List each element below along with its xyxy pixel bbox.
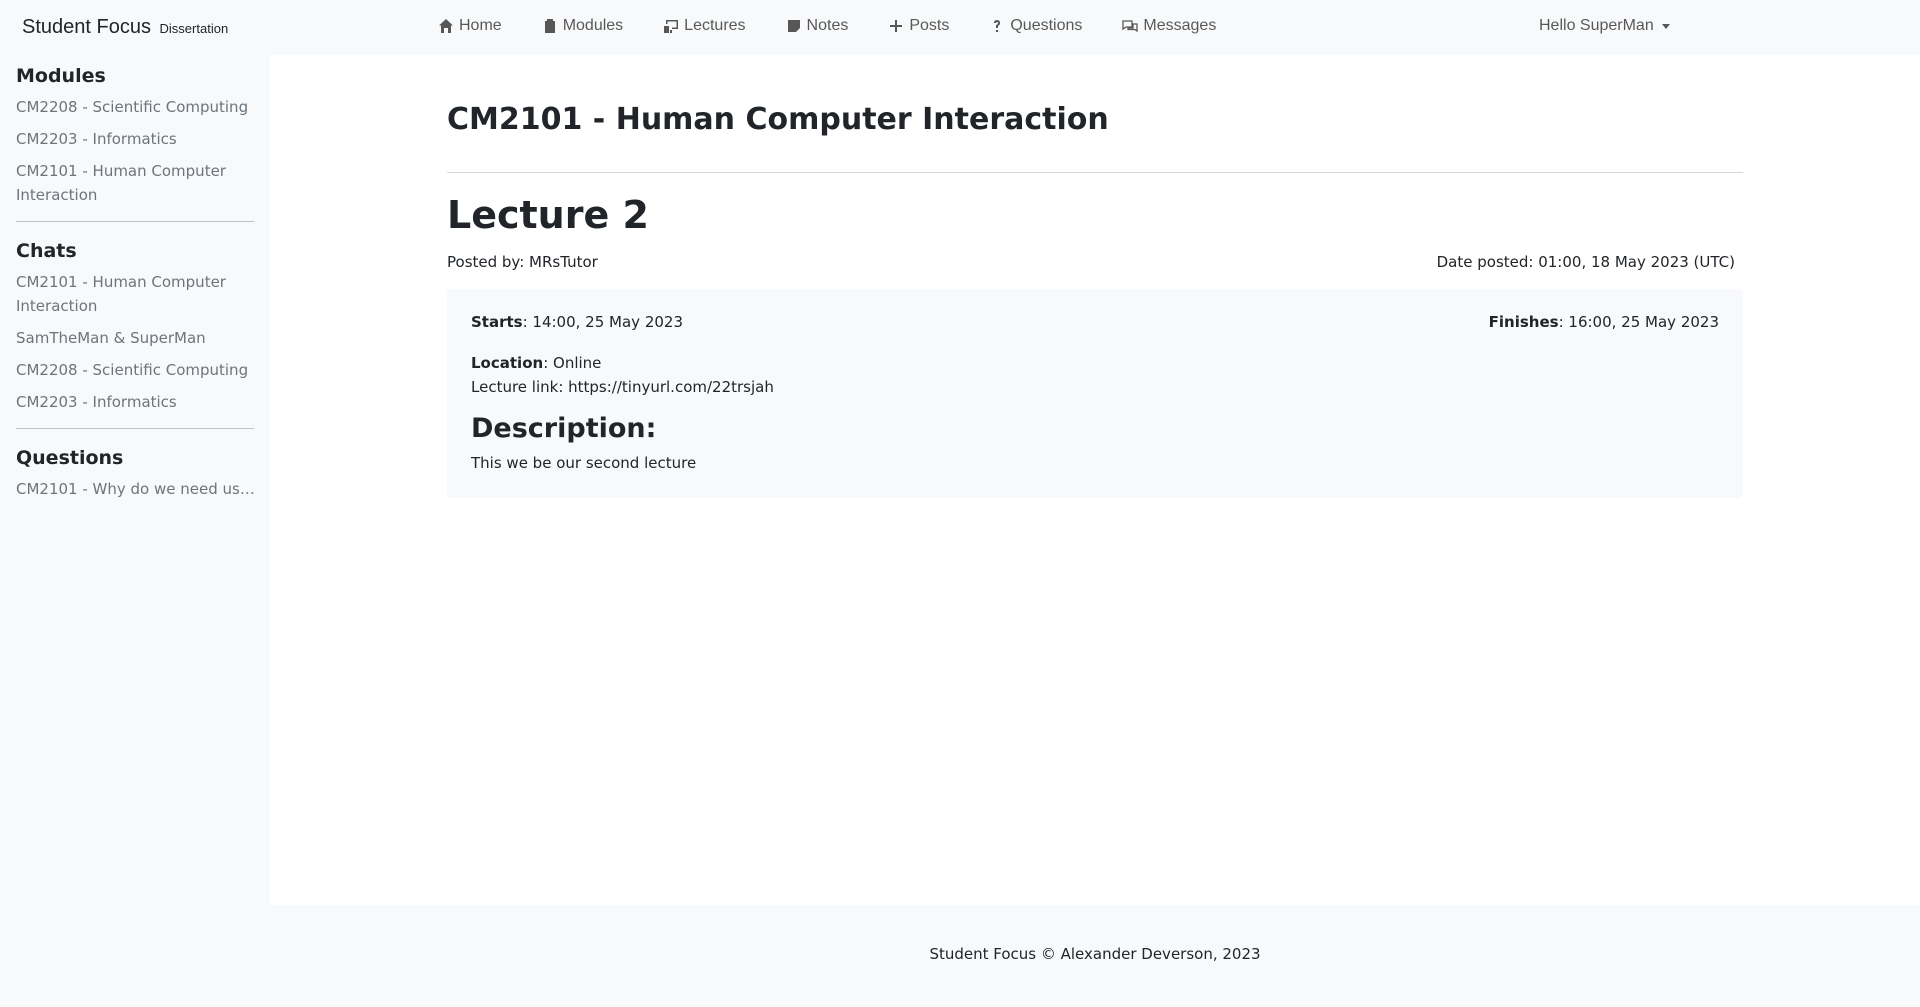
footer: Student Focus © Alexander Deverson, 2023 xyxy=(270,905,1920,1007)
nav-posts-label: Posts xyxy=(909,17,950,34)
sidebar-chats: Chats CM2101 - Human Computer Interactio… xyxy=(16,240,254,414)
sidebar-divider xyxy=(16,428,254,429)
sidebar-modules: Modules CM2208 - Scientific Computing CM… xyxy=(16,65,254,207)
sidebar-divider xyxy=(16,221,254,222)
nav-modules[interactable]: Modules xyxy=(542,17,623,35)
sidebar-question-link[interactable]: CM2101 - Why do we need use... xyxy=(16,477,256,501)
brand-subtitle: Dissertation xyxy=(159,21,229,36)
sidebar: Modules CM2208 - Scientific Computing CM… xyxy=(0,55,270,905)
title-divider xyxy=(447,172,1743,173)
lecture-title: Lecture 2 xyxy=(447,193,649,237)
location-field: Location: Online xyxy=(471,351,1719,375)
starts-value: : 14:00, 25 May 2023 xyxy=(522,313,683,331)
time-row: Starts: 14:00, 25 May 2023 Finishes: 16:… xyxy=(471,313,1719,331)
location-value: : Online xyxy=(543,354,602,372)
sidebar-module-link[interactable]: CM2101 - Human Computer Interaction xyxy=(16,159,256,207)
sidebar-module-link[interactable]: CM2203 - Informatics xyxy=(16,127,256,151)
nav-modules-label: Modules xyxy=(562,17,624,34)
date-posted: Date posted: 01:00, 18 May 2023 (UTC) xyxy=(1436,253,1735,271)
main-nav: Home Modules Lectures Notes Posts Questi… xyxy=(438,17,1256,35)
caret-down-icon xyxy=(1661,23,1670,29)
sidebar-modules-heading: Modules xyxy=(16,65,106,87)
nav-home-label: Home xyxy=(459,17,502,34)
sidebar-chat-link[interactable]: CM2101 - Human Computer Interaction xyxy=(16,270,256,318)
description-heading: Description: xyxy=(471,413,657,444)
nav-posts[interactable]: Posts xyxy=(888,17,949,35)
nav-messages-label: Messages xyxy=(1143,17,1217,34)
lecture-link: Lecture link: https://tinyurl.com/22trsj… xyxy=(471,378,774,396)
sticky-note-icon xyxy=(787,20,800,32)
clipboard-icon xyxy=(544,19,555,33)
lecture-page: CM2101 - Human Computer Interaction Lect… xyxy=(447,55,1743,498)
sidebar-chat-link[interactable]: CM2208 - Scientific Computing xyxy=(16,358,256,382)
nav-notes[interactable]: Notes xyxy=(786,17,849,35)
nav-notes-label: Notes xyxy=(806,17,849,34)
nav-lectures[interactable]: Lectures xyxy=(663,17,746,35)
starts-field: Starts: 14:00, 25 May 2023 xyxy=(471,313,683,331)
brand-name: Student Focus xyxy=(22,16,151,38)
description-text: This we be our second lecture xyxy=(471,454,697,472)
finishes-field: Finishes: 16:00, 25 May 2023 xyxy=(1489,313,1719,331)
location-block: Location: Online Lecture link: https://t… xyxy=(471,351,1719,399)
top-navbar: Student Focus Dissertation Home Modules … xyxy=(0,0,1920,55)
user-greeting: Hello SuperMan xyxy=(1539,17,1654,34)
question-icon xyxy=(994,20,1001,32)
nav-questions-label: Questions xyxy=(1010,17,1083,34)
sidebar-module-link[interactable]: CM2208 - Scientific Computing xyxy=(16,95,256,119)
finishes-value: : 16:00, 25 May 2023 xyxy=(1558,313,1719,331)
nav-messages[interactable]: Messages xyxy=(1122,17,1216,35)
nav-home[interactable]: Home xyxy=(438,17,502,35)
posted-by: Posted by: MRsTutor xyxy=(447,253,598,271)
location-label: Location xyxy=(471,354,544,372)
main-content: CM2101 - Human Computer Interaction Lect… xyxy=(270,55,1920,905)
sidebar-chat-link[interactable]: CM2203 - Informatics xyxy=(16,390,256,414)
sidebar-chat-link[interactable]: SamTheMan & SuperMan xyxy=(16,326,256,350)
starts-label: Starts xyxy=(471,313,523,331)
module-title: CM2101 - Human Computer Interaction xyxy=(447,102,1109,137)
chat-icon xyxy=(1122,20,1139,33)
sidebar-questions: Questions CM2101 - Why do we need use... xyxy=(16,447,256,501)
home-icon xyxy=(439,19,453,33)
lecture-details-card: Starts: 14:00, 25 May 2023 Finishes: 16:… xyxy=(447,289,1743,498)
lecture-meta: Posted by: MRsTutor Date posted: 01:00, … xyxy=(447,253,1743,271)
plus-icon xyxy=(890,20,903,32)
nav-questions[interactable]: Questions xyxy=(989,17,1082,35)
sidebar-questions-heading: Questions xyxy=(16,447,124,469)
brand-link[interactable]: Student Focus Dissertation xyxy=(22,16,228,39)
footer-text: Student Focus © Alexander Deverson, 2023 xyxy=(929,945,1261,963)
finishes-label: Finishes xyxy=(1488,313,1559,331)
easel-icon xyxy=(664,20,679,33)
sidebar-chats-heading: Chats xyxy=(16,240,77,262)
user-dropdown[interactable]: Hello SuperMan xyxy=(1539,17,1670,35)
nav-lectures-label: Lectures xyxy=(684,17,746,34)
